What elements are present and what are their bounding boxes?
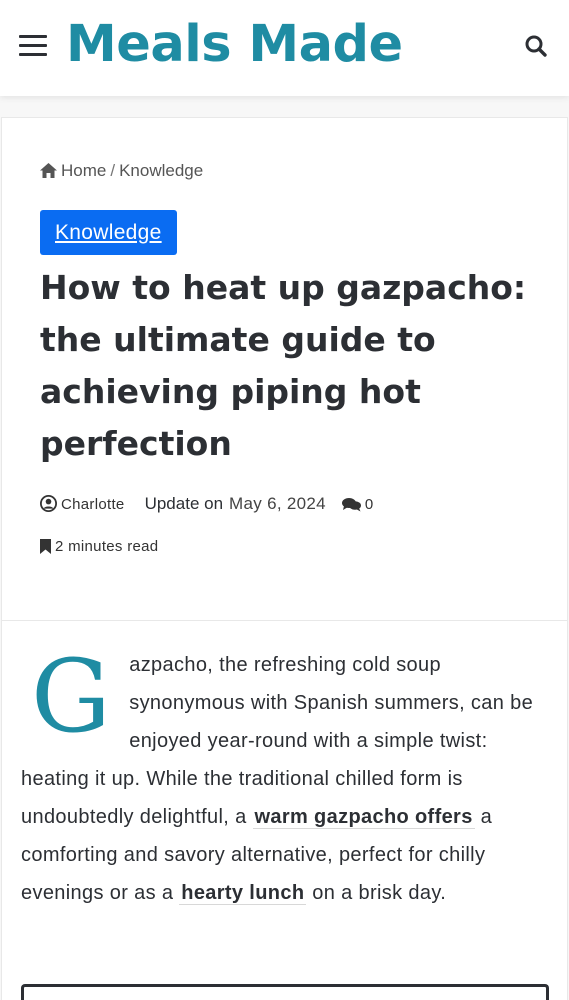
author-link[interactable]: Charlotte [61,496,125,513]
hamburger-menu-icon[interactable] [19,33,47,57]
comments-link[interactable]: 0 [341,496,374,513]
breadcrumb: Home / Knowledge [40,159,203,185]
dropcap: G [31,638,112,755]
content-box-edge [21,984,549,1000]
comments-count: 0 [364,496,374,513]
breadcrumb-home-link[interactable]: Home [61,161,106,180]
comments-icon [341,496,361,520]
read-time-text: 2 minutes read [55,538,159,555]
article-text: on a brisk day. [306,882,447,904]
site-logo[interactable]: Meals Made [66,12,403,78]
post-date: May 6, 2024 [229,494,326,513]
inline-link-hearty-lunch[interactable]: hearty lunch [179,882,307,905]
user-circle-icon [40,495,57,520]
post-meta: Charlotte Update on May 6, 2024 0 [40,492,373,520]
article-body: Gazpacho, the refreshing cold soup synon… [21,646,547,912]
breadcrumb-current[interactable]: Knowledge [119,161,203,180]
category-badge[interactable]: Knowledge [40,210,177,255]
update-label: Update on [144,494,224,513]
breadcrumb-separator: / [110,161,116,180]
reading-time: 2 minutes read [40,535,158,562]
menu-bar [19,53,47,56]
menu-bar [19,44,47,47]
search-icon[interactable] [524,34,548,58]
home-icon [40,161,57,185]
search-icon-glyph [525,35,547,57]
inline-link-warm-gazpacho[interactable]: warm gazpacho offers [252,806,475,829]
menu-bar [19,35,47,38]
bookmark-icon [40,538,51,562]
site-header: Meals Made [0,0,569,96]
post-title: How to heat up gazpacho: the ultimate gu… [40,268,527,463]
